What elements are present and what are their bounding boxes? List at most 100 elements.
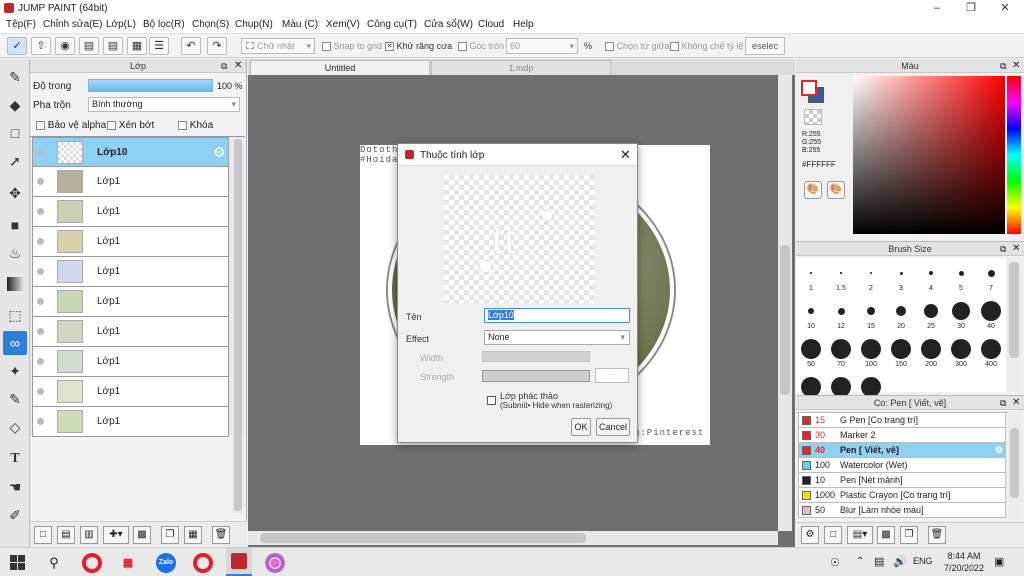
merge-layer-icon[interactable]: ▦	[184, 526, 202, 544]
brush-size-dot[interactable]	[958, 270, 964, 276]
name-input[interactable]: Lớp10	[484, 308, 630, 323]
tab-untitled[interactable]: Untitled	[250, 60, 430, 75]
vertical-scrollbar[interactable]	[778, 75, 792, 531]
ratio-limit-option[interactable]: Không chế tỷ lệ	[670, 41, 744, 52]
lasso-tool-icon[interactable]: ∞	[3, 331, 27, 355]
corner-round-checkbox[interactable]	[458, 42, 467, 52]
menu-item-5[interactable]: Chụp(N)	[235, 19, 273, 30]
brush-size-dot[interactable]	[924, 304, 938, 318]
zalo-icon[interactable]: Zalo	[156, 553, 176, 573]
comment-icon[interactable]: ◉	[55, 37, 75, 55]
layer-row[interactable]: Lớp1	[32, 257, 229, 287]
network-icon[interactable]: ▤	[874, 555, 884, 568]
new-layer-icon[interactable]: □	[34, 526, 52, 544]
jump-paint-taskbar-icon[interactable]	[226, 548, 252, 576]
layer-visibility-icon[interactable]	[37, 178, 44, 185]
chevron-up-icon[interactable]: ⌃	[856, 556, 864, 567]
menu-item-11[interactable]: Help	[513, 19, 534, 30]
brush-size-dot[interactable]	[891, 339, 911, 359]
horizontal-scrollbar[interactable]	[248, 531, 778, 545]
notification-icon[interactable]: ▣	[994, 555, 1004, 568]
protect-alpha-checkbox[interactable]	[36, 120, 45, 130]
layer-visibility-icon[interactable]	[37, 388, 44, 395]
ratio-limit-checkbox[interactable]	[670, 42, 679, 52]
list-icon[interactable]: ☰	[149, 37, 169, 55]
windows-start-icon[interactable]	[10, 555, 25, 570]
panel-detach-icon[interactable]: ⧉	[1000, 61, 1006, 72]
snap-to-grid-option[interactable]: Snap to grid	[322, 41, 382, 52]
lock-option[interactable]: Khóa	[178, 120, 213, 131]
layer-settings-icon[interactable]: ⚙	[213, 144, 226, 161]
brush-item[interactable]: 30 Marker 2	[798, 428, 1006, 443]
language-indicator[interactable]: ENG	[913, 556, 933, 566]
panel-detach-icon[interactable]: ⧉	[1000, 398, 1006, 409]
menu-item-8[interactable]: Công cụ(T)	[367, 19, 417, 30]
brush-size-dot[interactable]	[981, 339, 1001, 359]
menu-item-7[interactable]: Xem(V)	[326, 19, 360, 30]
corner-value-input[interactable]: 60 ▾	[506, 38, 578, 54]
new-layer-1bit-icon[interactable]: ▥	[80, 526, 98, 544]
brush-item[interactable]: 40 Pen [ Viết, vẽ] ⚙	[798, 443, 1006, 458]
page-icon[interactable]: ▤	[103, 37, 123, 55]
add-brush-icon[interactable]: □	[824, 526, 842, 544]
panel-close-icon[interactable]: ✕	[234, 60, 242, 71]
brush-size-dot[interactable]	[987, 269, 995, 277]
brush-size-scrollbar[interactable]	[1007, 258, 1021, 392]
color-picker-square[interactable]	[853, 76, 1005, 234]
layer-row[interactable]: Lớp1	[32, 317, 229, 347]
tab-1-mdp[interactable]: 1.mdp	[431, 60, 611, 75]
protect-alpha-option[interactable]: Bảo vệ alpha	[36, 120, 106, 131]
eyedropper-tool-icon[interactable]: ✐	[3, 503, 27, 527]
layer-row[interactable]: Lớp10 ⚙	[32, 137, 229, 167]
menu-item-1[interactable]: Chỉnh sửa(E)	[43, 19, 103, 30]
foreground-color-swatch[interactable]	[801, 80, 817, 96]
creative-cloud-icon[interactable]: ◯	[265, 553, 285, 573]
hue-bar[interactable]	[1007, 76, 1021, 234]
layer-visibility-icon[interactable]	[37, 208, 44, 215]
select-tool-icon[interactable]: ✓	[7, 37, 27, 55]
brush-size-dot[interactable]	[801, 339, 821, 359]
menu-item-6[interactable]: Màu (C)	[282, 19, 318, 30]
brush-size-dot[interactable]	[921, 339, 941, 359]
brush-item[interactable]: 10 Pen [Nét mảnh]	[798, 473, 1006, 488]
eraser-tool-icon[interactable]: ◆	[3, 93, 27, 117]
menu-item-2[interactable]: Lớp(L)	[106, 19, 136, 30]
brush-item[interactable]: 50 Blur [Làm nhòe màu]	[798, 503, 1006, 518]
panel-close-icon[interactable]: ✕	[1012, 397, 1020, 408]
scroll-thumb[interactable]	[234, 139, 242, 511]
delete-brush-icon[interactable]: 🗑	[928, 526, 946, 544]
brush-size-dot[interactable]	[929, 271, 933, 275]
ok-button[interactable]: OK	[571, 418, 591, 436]
layer-visibility-icon[interactable]	[37, 298, 44, 305]
delete-layer-icon[interactable]: 🗑	[212, 526, 230, 544]
folder-icon[interactable]: ▩	[133, 526, 151, 544]
brush-size-dot[interactable]	[837, 307, 845, 315]
brush-list-scrollbar[interactable]	[1008, 412, 1021, 520]
duplicate-brush-icon[interactable]: ❐	[900, 526, 918, 544]
scroll-thumb[interactable]	[1009, 262, 1019, 358]
volume-icon[interactable]: 🔊	[893, 555, 907, 568]
brush-menu-icon[interactable]: ▤▾	[847, 526, 873, 544]
brush-size-dot[interactable]	[801, 377, 821, 397]
brush-item[interactable]: 100 Watercolor (Wet)	[798, 458, 1006, 473]
brush-size-dot[interactable]	[861, 377, 881, 397]
layer-row[interactable]: Lớp1	[32, 197, 229, 227]
line-tool-icon[interactable]: ➚	[3, 149, 27, 173]
bucket-tool-icon[interactable]: ♨	[3, 241, 27, 265]
brush-size-dot[interactable]	[899, 271, 903, 275]
undo-icon[interactable]: ↶	[181, 37, 201, 55]
transparent-swatch[interactable]	[804, 109, 822, 125]
brush-size-dot[interactable]	[831, 377, 851, 397]
clock-time[interactable]: 8:44 AM	[944, 551, 984, 561]
layer-row[interactable]: Lớp1	[32, 167, 229, 197]
menu-item-0[interactable]: Tệp(F)	[6, 19, 36, 30]
blend-select[interactable]: Bình thường ▾	[88, 97, 240, 112]
brush-size-dot[interactable]	[870, 272, 872, 274]
opera-gx-icon[interactable]	[193, 553, 213, 573]
panel-close-icon[interactable]: ✕	[1012, 60, 1020, 71]
brush-size-dot[interactable]	[867, 307, 875, 315]
layer-visibility-icon[interactable]	[37, 358, 44, 365]
panel-close-icon[interactable]: ✕	[1012, 243, 1020, 254]
opacity-slider[interactable]	[88, 79, 213, 92]
brush-size-dot[interactable]	[981, 301, 1001, 321]
